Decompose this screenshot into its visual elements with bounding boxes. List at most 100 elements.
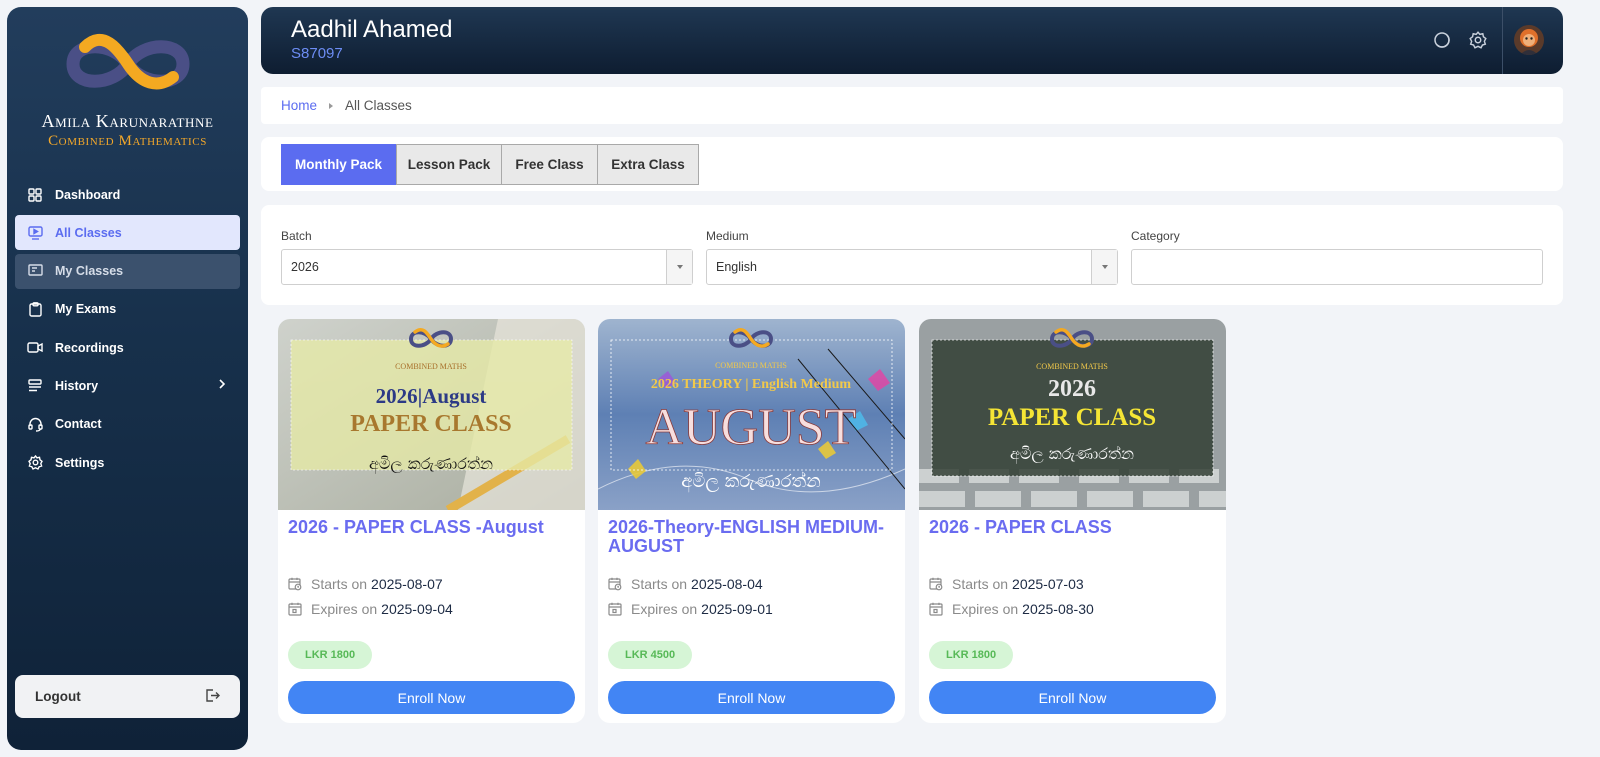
category-select[interactable] xyxy=(1131,249,1543,285)
logout-label: Logout xyxy=(35,689,81,704)
sidebar-item-recordings[interactable]: Recordings xyxy=(15,330,240,365)
chevron-down-icon xyxy=(1091,250,1117,284)
enroll-now-button[interactable]: Enroll Now xyxy=(929,681,1216,714)
breadcrumb-home-link[interactable]: Home xyxy=(281,98,317,113)
breadcrumb-current: All Classes xyxy=(345,98,412,113)
starts-date: 2025-08-04 xyxy=(691,576,763,592)
banner-sinhala: අමිල කරුණාරත්න xyxy=(1010,444,1134,464)
class-title[interactable]: 2026-Theory-ENGLISH MEDIUM-AUGUST xyxy=(608,518,898,555)
sidebar-item-label: Recordings xyxy=(55,340,124,355)
enroll-now-button[interactable]: Enroll Now xyxy=(608,681,895,714)
banner-tagline: COMBINED MATHS xyxy=(395,362,467,371)
avatar[interactable] xyxy=(1514,25,1544,55)
calendar-clock-icon xyxy=(288,577,302,591)
sidebar: Amila Karunarathne Combined Mathematics … xyxy=(7,7,248,750)
video-camera-icon xyxy=(27,340,43,356)
medium-label: Medium xyxy=(706,229,749,243)
class-card[interactable]: COMBINED MATHS 2026 PAPER CLASS අමිල කරු… xyxy=(919,319,1226,723)
sidebar-item-my-classes[interactable]: My Classes xyxy=(15,253,240,289)
expires-label: Expires on xyxy=(311,601,378,617)
sidebar-item-all-classes[interactable]: All Classes xyxy=(15,215,240,251)
price-badge: LKR 4500 xyxy=(608,641,693,669)
sidebar-item-my-exams[interactable]: My Exams xyxy=(15,292,240,327)
clipboard-icon xyxy=(27,301,43,317)
banner-line1: 2026 THEORY | English Medium xyxy=(651,377,852,392)
class-banner-image: COMBINED MATHS 2026 THEORY | English Med… xyxy=(598,319,905,510)
monitor-play-icon xyxy=(27,225,43,241)
headset-icon xyxy=(27,416,43,432)
tab-lesson-pack[interactable]: Lesson Pack xyxy=(396,144,502,185)
category-label: Category xyxy=(1131,229,1180,243)
sidebar-item-history[interactable]: History xyxy=(15,368,240,403)
sidebar-item-label: My Exams xyxy=(55,302,117,317)
banner-sinhala: අමිල කරුණාරත්න xyxy=(369,454,493,474)
expires-date: 2025-09-04 xyxy=(381,601,453,617)
breadcrumb-separator-icon xyxy=(329,102,334,109)
batch-label: Batch xyxy=(281,229,312,243)
chevron-right-icon xyxy=(218,378,226,393)
theme-toggle-icon[interactable] xyxy=(1433,31,1451,49)
banner-line2: AUGUST xyxy=(646,399,857,456)
price-badge: LKR 1800 xyxy=(929,641,1014,669)
sidebar-item-label: Dashboard xyxy=(55,187,121,202)
start-date-row: Starts on 2025-08-04 xyxy=(608,576,763,592)
start-date-row: Starts on 2025-08-07 xyxy=(288,576,443,592)
user-id: S87097 xyxy=(291,45,343,62)
calendar-clock-icon xyxy=(929,577,943,591)
brand-logo xyxy=(7,29,248,109)
batch-value: 2026 xyxy=(291,260,319,274)
gear-icon xyxy=(27,455,43,471)
expiry-date-row: Expires on 2025-09-04 xyxy=(288,601,453,617)
sidebar-item-dashboard[interactable]: Dashboard xyxy=(15,177,240,212)
user-name: Aadhil Ahamed xyxy=(291,16,453,43)
class-type-tabs: Monthly Pack Lesson Pack Free Class Extr… xyxy=(261,137,1563,191)
tab-extra-class[interactable]: Extra Class xyxy=(597,144,699,185)
expires-label: Expires on xyxy=(952,601,1019,617)
class-banner-image: COMBINED MATHS 2026|August PAPER CLASS අ… xyxy=(278,319,585,510)
batch-select[interactable]: 2026 xyxy=(281,249,693,285)
expiry-date-row: Expires on 2025-09-01 xyxy=(608,601,773,617)
price-badge: LKR 1800 xyxy=(288,641,373,669)
history-list-icon xyxy=(27,378,43,394)
sidebar-item-contact[interactable]: Contact xyxy=(15,407,240,442)
enroll-now-button[interactable]: Enroll Now xyxy=(288,681,575,714)
banner-line2: PAPER CLASS xyxy=(350,411,512,437)
medium-select[interactable]: English xyxy=(706,249,1118,285)
starts-date: 2025-07-03 xyxy=(1012,576,1084,592)
calendar-icon xyxy=(608,602,622,616)
medium-value: English xyxy=(716,260,757,274)
filters-panel: Batch 2026 Medium English Category xyxy=(261,205,1563,305)
classes-board-icon xyxy=(27,263,43,279)
class-card[interactable]: COMBINED MATHS 2026 THEORY | English Med… xyxy=(598,319,905,723)
sidebar-item-label: Settings xyxy=(55,455,105,470)
dashboard-icon xyxy=(27,187,43,203)
breadcrumb: Home All Classes xyxy=(261,87,1563,124)
starts-label: Starts on xyxy=(311,576,368,592)
sidebar-item-label: History xyxy=(55,378,99,393)
starts-date: 2025-08-07 xyxy=(371,576,443,592)
start-date-row: Starts on 2025-07-03 xyxy=(929,576,1084,592)
tab-free-class[interactable]: Free Class xyxy=(501,144,598,185)
banner-tagline: COMBINED MATHS xyxy=(715,361,787,370)
sidebar-item-label: My Classes xyxy=(55,264,124,279)
banner-line1: 2026 xyxy=(1048,376,1096,402)
chevron-down-icon xyxy=(666,250,692,284)
class-title[interactable]: 2026 - PAPER CLASS xyxy=(929,518,1219,537)
sidebar-item-settings[interactable]: Settings xyxy=(15,445,240,480)
class-title[interactable]: 2026 - PAPER CLASS -August xyxy=(288,518,578,537)
tab-monthly-pack[interactable]: Monthly Pack xyxy=(281,144,396,185)
sidebar-item-label: Contact xyxy=(55,417,102,432)
settings-gear-icon[interactable] xyxy=(1469,31,1487,49)
class-card[interactable]: COMBINED MATHS 2026|August PAPER CLASS අ… xyxy=(278,319,585,723)
sidebar-item-label: All Classes xyxy=(55,225,122,240)
banner-line1: 2026|August xyxy=(376,384,487,408)
top-header: Aadhil Ahamed S87097 xyxy=(261,7,1563,74)
expires-date: 2025-08-30 xyxy=(1022,601,1094,617)
sidebar-nav: Dashboard All Classes My Classes My Exam… xyxy=(15,177,240,483)
banner-tagline: COMBINED MATHS xyxy=(1036,362,1108,371)
header-divider xyxy=(1502,7,1503,74)
brand-subtitle: Combined Mathematics xyxy=(48,133,207,149)
expires-date: 2025-09-01 xyxy=(701,601,773,617)
logout-button[interactable]: Logout xyxy=(15,675,240,718)
banner-sinhala: අමිල කරුණාරත්න xyxy=(681,471,820,493)
